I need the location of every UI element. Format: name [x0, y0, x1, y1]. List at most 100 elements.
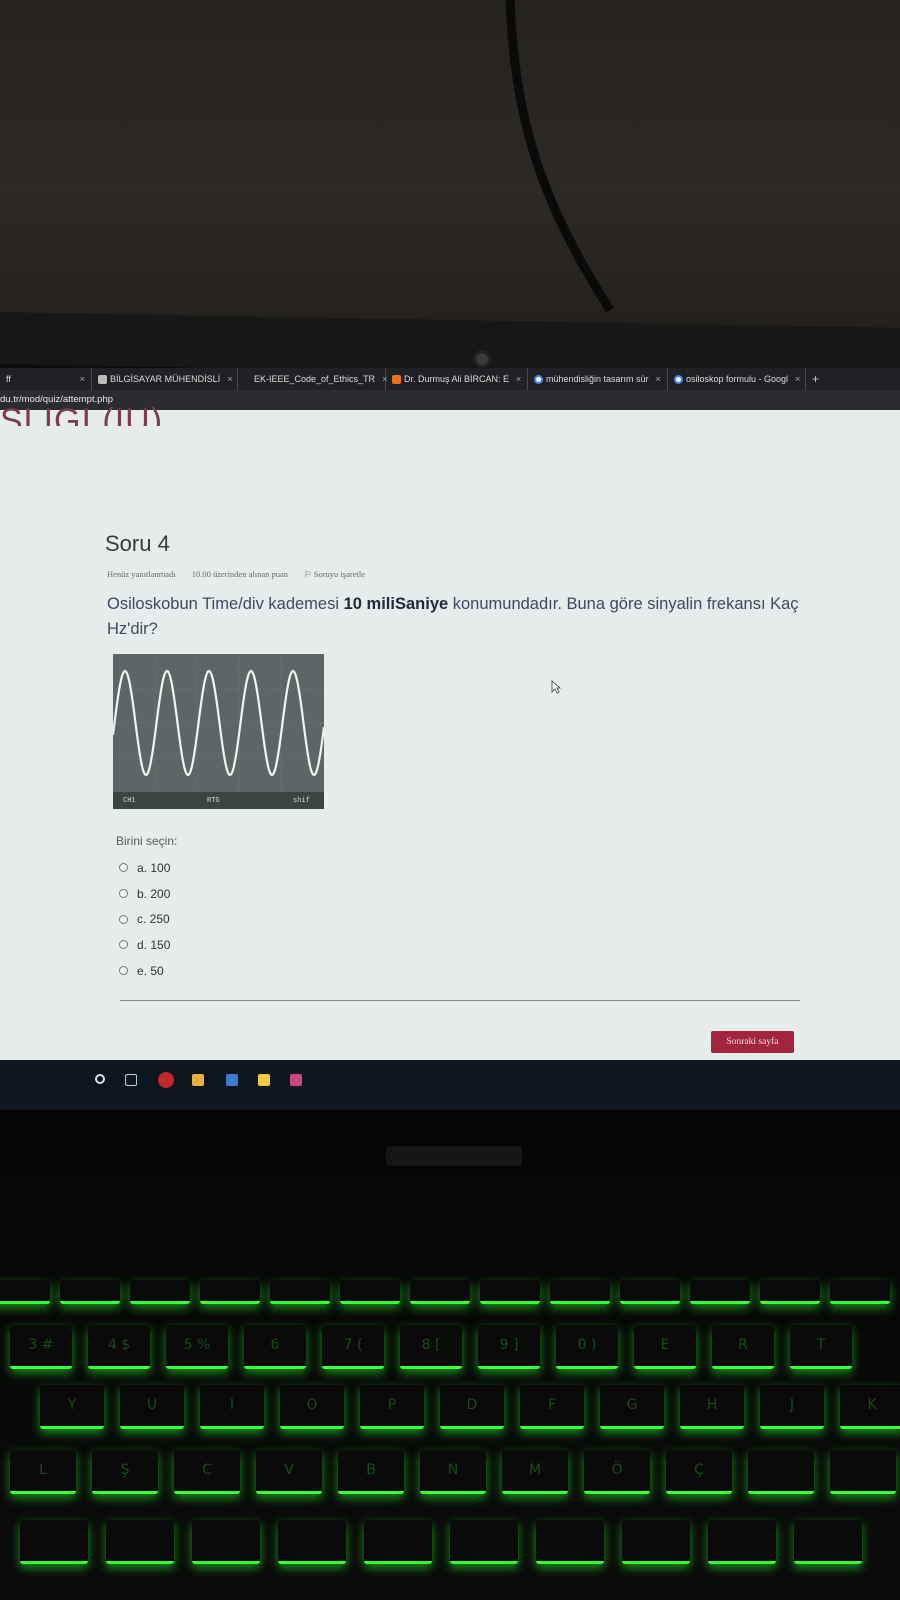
tab-label: BİLGİSAYAR MÜHENDİSLİ	[110, 374, 221, 384]
keyboard-key: 9 ]	[478, 1325, 540, 1369]
keyboard-key: P	[360, 1385, 424, 1429]
file-explorer-icon[interactable]	[192, 1074, 204, 1086]
chrome-icon[interactable]	[158, 1072, 174, 1088]
keyboard-key: K	[840, 1385, 900, 1429]
radio-button[interactable]	[119, 914, 128, 924]
keyboard-key: 6	[244, 1325, 306, 1369]
key-legend: 6	[270, 1337, 280, 1354]
answer-label: a. 100	[137, 860, 171, 875]
keyboard-key	[20, 1520, 88, 1564]
flag-label: Soruyu işaretle	[313, 569, 365, 579]
choose-prompt: Birini seçin:	[116, 834, 178, 848]
keyboard-key	[340, 1280, 400, 1304]
flag-question-link[interactable]: ⚐ Soruyu işaretle	[304, 569, 365, 580]
key-legend: 5 %	[183, 1337, 211, 1354]
keyboard-key: G	[600, 1385, 664, 1429]
tab-label: mühendisliğin tasarım sür	[546, 374, 649, 384]
browser-tab[interactable]: mühendisliğin tasarım sür ×	[528, 368, 668, 390]
close-icon[interactable]: ×	[656, 374, 661, 384]
radio-button[interactable]	[119, 966, 128, 976]
keyboard-key	[830, 1280, 890, 1304]
browser-tab-bar: ff × BİLGİSAYAR MÜHENDİSLİ × EK-IEEE_Cod…	[0, 368, 900, 390]
key-legend: E	[660, 1337, 670, 1354]
keyboard-key	[278, 1520, 346, 1564]
answer-label: d. 150	[137, 937, 171, 952]
answer-option[interactable]: e. 50	[119, 958, 170, 984]
task-view-icon[interactable]	[125, 1074, 137, 1086]
oscilloscope-image: CH1 RTG shif	[113, 654, 324, 809]
keyboard-key: J	[760, 1385, 824, 1429]
divider	[120, 1000, 800, 1001]
app-icon[interactable]	[290, 1074, 302, 1086]
browser-tab[interactable]: EK-IEEE_Code_of_Ethics_TR ×	[238, 368, 387, 390]
keyboard-key: N	[420, 1450, 486, 1494]
keyboard-key	[0, 1280, 50, 1304]
keyboard-key	[794, 1520, 862, 1564]
key-legend: D	[466, 1397, 478, 1414]
radio-button[interactable]	[119, 940, 128, 950]
keyboard-key	[450, 1520, 518, 1564]
app-icon[interactable]	[258, 1074, 270, 1086]
browser-tab[interactable]: ff ×	[0, 368, 92, 390]
keyboard-key: Ö	[584, 1450, 650, 1494]
browser-tab[interactable]: BİLGİSAYAR MÜHENDİSLİ ×	[92, 368, 238, 390]
keyboard-key	[130, 1280, 190, 1304]
close-icon[interactable]: ×	[227, 374, 232, 384]
keyboard-key: C	[174, 1450, 240, 1494]
new-tab-button[interactable]: +	[806, 372, 825, 386]
tab-label: Dr. Durmuş Ali BİRCAN: E	[404, 374, 510, 384]
oscilloscope-status-bar: CH1 RTG shif	[113, 792, 324, 809]
keyboard-key	[760, 1280, 820, 1304]
keyboard-key: F	[520, 1385, 584, 1429]
google-icon	[674, 374, 683, 384]
answer-option[interactable]: b. 200	[119, 881, 170, 907]
question-text-bold: 10 miliSaniye	[343, 595, 449, 613]
keyboard-key	[480, 1280, 540, 1304]
close-icon[interactable]: ×	[80, 374, 85, 384]
browser-tab[interactable]: osiloskop formulu - Googl ×	[668, 368, 806, 390]
answer-option[interactable]: a. 100	[119, 855, 170, 881]
key-legend: 8 [	[421, 1337, 441, 1354]
close-icon[interactable]: ×	[795, 374, 800, 384]
question-status: Henüz yanıtlanmadı	[107, 569, 176, 579]
browser-tab[interactable]: Dr. Durmuş Ali BİRCAN: E ×	[386, 368, 528, 390]
answer-option[interactable]: c. 250	[119, 906, 170, 932]
keyboard-key	[410, 1280, 470, 1304]
course-heading: SLIGI (IU)	[0, 404, 164, 426]
search-icon[interactable]	[95, 1074, 105, 1084]
keyboard-key: Y	[40, 1385, 104, 1429]
taskbar	[0, 1060, 900, 1110]
brand-logo	[386, 1146, 522, 1166]
laptop-screen: ff × BİLGİSAYAR MÜHENDİSLİ × EK-IEEE_Cod…	[0, 368, 900, 1110]
key-legend: 3 #	[28, 1337, 54, 1354]
keyboard-key	[60, 1280, 120, 1304]
tab-label: osiloskop formulu - Googl	[686, 374, 789, 384]
key-legend: N	[447, 1462, 459, 1479]
answer-label: b. 200	[137, 886, 171, 901]
key-legend: 9 ]	[499, 1337, 519, 1354]
keyboard-key	[364, 1520, 432, 1564]
key-legend: 7 (	[343, 1337, 363, 1354]
mouse-cursor-icon	[551, 680, 561, 694]
keyboard-key: T	[790, 1325, 852, 1369]
next-page-button[interactable]: Sonraki sayfa	[711, 1031, 794, 1053]
answer-option[interactable]: d. 150	[119, 932, 170, 958]
answer-label: e. 50	[137, 963, 164, 978]
keyboard-key: 0 )	[556, 1325, 618, 1369]
keyboard-key: R	[712, 1325, 774, 1369]
key-legend: J	[789, 1397, 795, 1414]
close-icon[interactable]: ×	[516, 374, 521, 384]
radio-button[interactable]	[119, 889, 128, 899]
keyboard-key	[270, 1280, 330, 1304]
key-legend: P	[387, 1397, 397, 1414]
keyboard-key: 4 $	[88, 1325, 150, 1369]
flag-icon: ⚐	[304, 569, 314, 579]
radio-button[interactable]	[119, 863, 128, 873]
key-legend: B	[366, 1462, 376, 1479]
keyboard-key	[620, 1280, 680, 1304]
mail-icon[interactable]	[226, 1074, 238, 1086]
keyboard-key: O	[280, 1385, 344, 1429]
key-legend: 4 $	[107, 1337, 131, 1354]
keyboard-key	[708, 1520, 776, 1564]
tab-label: EK-IEEE_Code_of_Ethics_TR	[254, 374, 376, 384]
